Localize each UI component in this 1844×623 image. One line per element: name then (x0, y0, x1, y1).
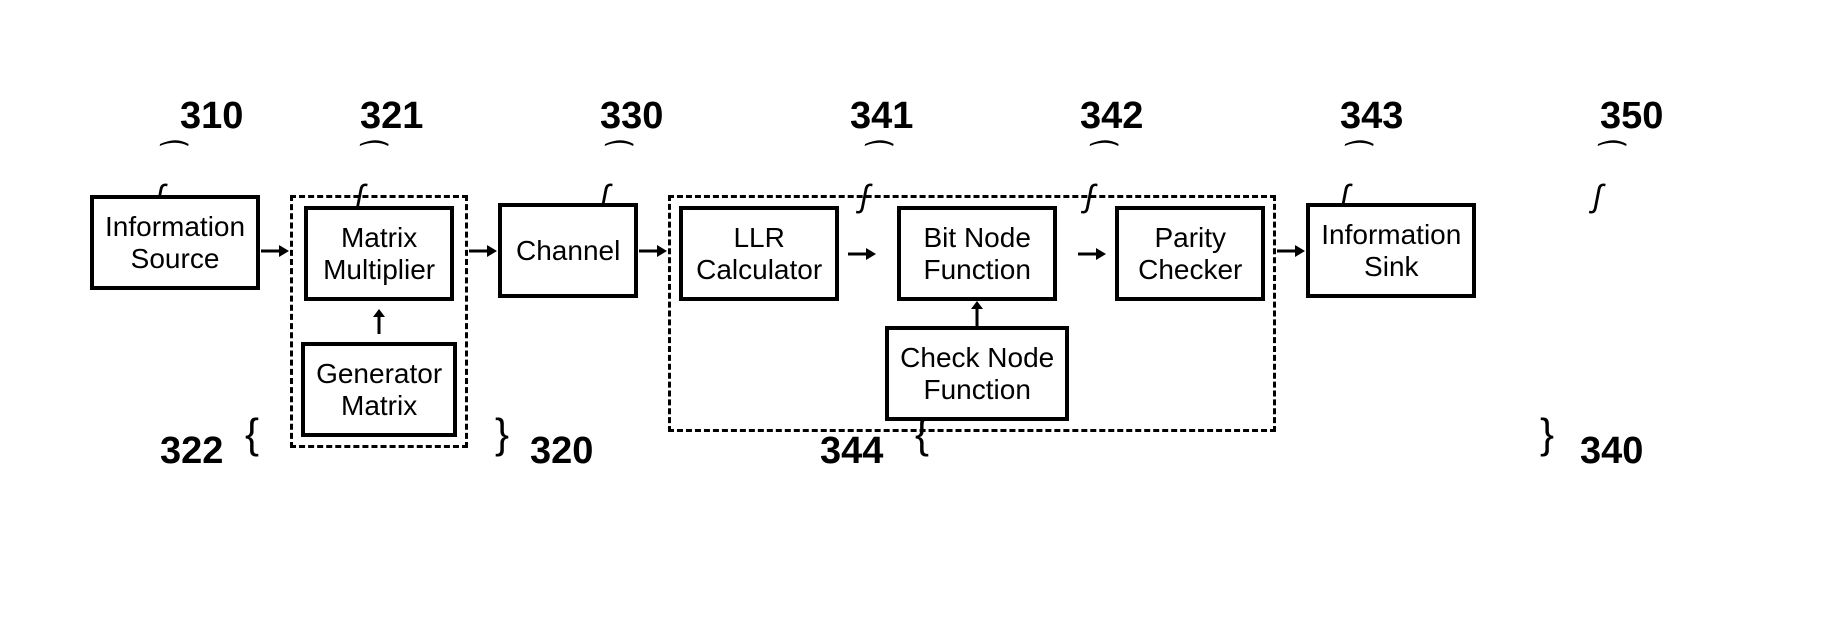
arrow-icon (1276, 203, 1306, 298)
ref-340: 340 (1580, 430, 1643, 473)
block-generator-matrix: Generator Matrix (301, 342, 457, 437)
ref-321: 321 (360, 95, 423, 138)
block-parity-checker: Parity Checker (1115, 206, 1265, 301)
gen-matrix-line1: Generator (316, 358, 442, 390)
bit-node-line2: Function (912, 254, 1042, 286)
block-check-node: Check Node Function (885, 326, 1069, 421)
bit-node-line1: Bit Node (912, 222, 1042, 254)
channel-line1: Channel (513, 235, 623, 267)
arrow-up-icon (967, 301, 987, 326)
check-node-line1: Check Node (900, 342, 1054, 374)
matrix-mult-line1: Matrix (319, 222, 439, 254)
matrix-mult-line2: Multiplier (319, 254, 439, 286)
llr-line2: Calculator (694, 254, 824, 286)
block-info-sink: Information Sink (1306, 203, 1476, 298)
arrow-icon (260, 203, 290, 298)
info-sink-line1: Information (1321, 219, 1461, 251)
arrow-icon (638, 203, 668, 298)
ref-341: 341 (850, 95, 913, 138)
llr-line1: LLR (694, 222, 824, 254)
ref-350: 350 (1600, 95, 1663, 138)
info-sink-line2: Sink (1321, 251, 1461, 283)
diagram-container: Information Source Matrix Multiplier Gen… (90, 195, 1476, 448)
block-matrix-multiplier: Matrix Multiplier (304, 206, 454, 301)
arrow-icon (1077, 206, 1107, 301)
group-decoder: LLR Calculator Bit Node Function Check N… (668, 195, 1276, 432)
ref-343: 343 (1340, 95, 1403, 138)
arrow-icon (468, 203, 498, 298)
group-encoder: Matrix Multiplier Generator Matrix (290, 195, 468, 448)
info-source-line2: Source (105, 243, 245, 275)
parity-line2: Checker (1130, 254, 1250, 286)
arrow-up-icon (369, 309, 389, 334)
parity-line1: Parity (1130, 222, 1250, 254)
block-info-source: Information Source (90, 195, 260, 290)
bit-check-column: Bit Node Function Check Node Function (885, 206, 1069, 421)
ref-330: 330 (600, 95, 663, 138)
ref-342: 342 (1080, 95, 1143, 138)
block-bit-node: Bit Node Function (897, 206, 1057, 301)
check-node-line2: Function (900, 374, 1054, 406)
gen-matrix-line2: Matrix (316, 390, 442, 422)
ref-310: 310 (180, 95, 243, 138)
info-source-line1: Information (105, 211, 245, 243)
arrow-icon (847, 206, 877, 301)
block-llr-calculator: LLR Calculator (679, 206, 839, 301)
block-channel: Channel (498, 203, 638, 298)
